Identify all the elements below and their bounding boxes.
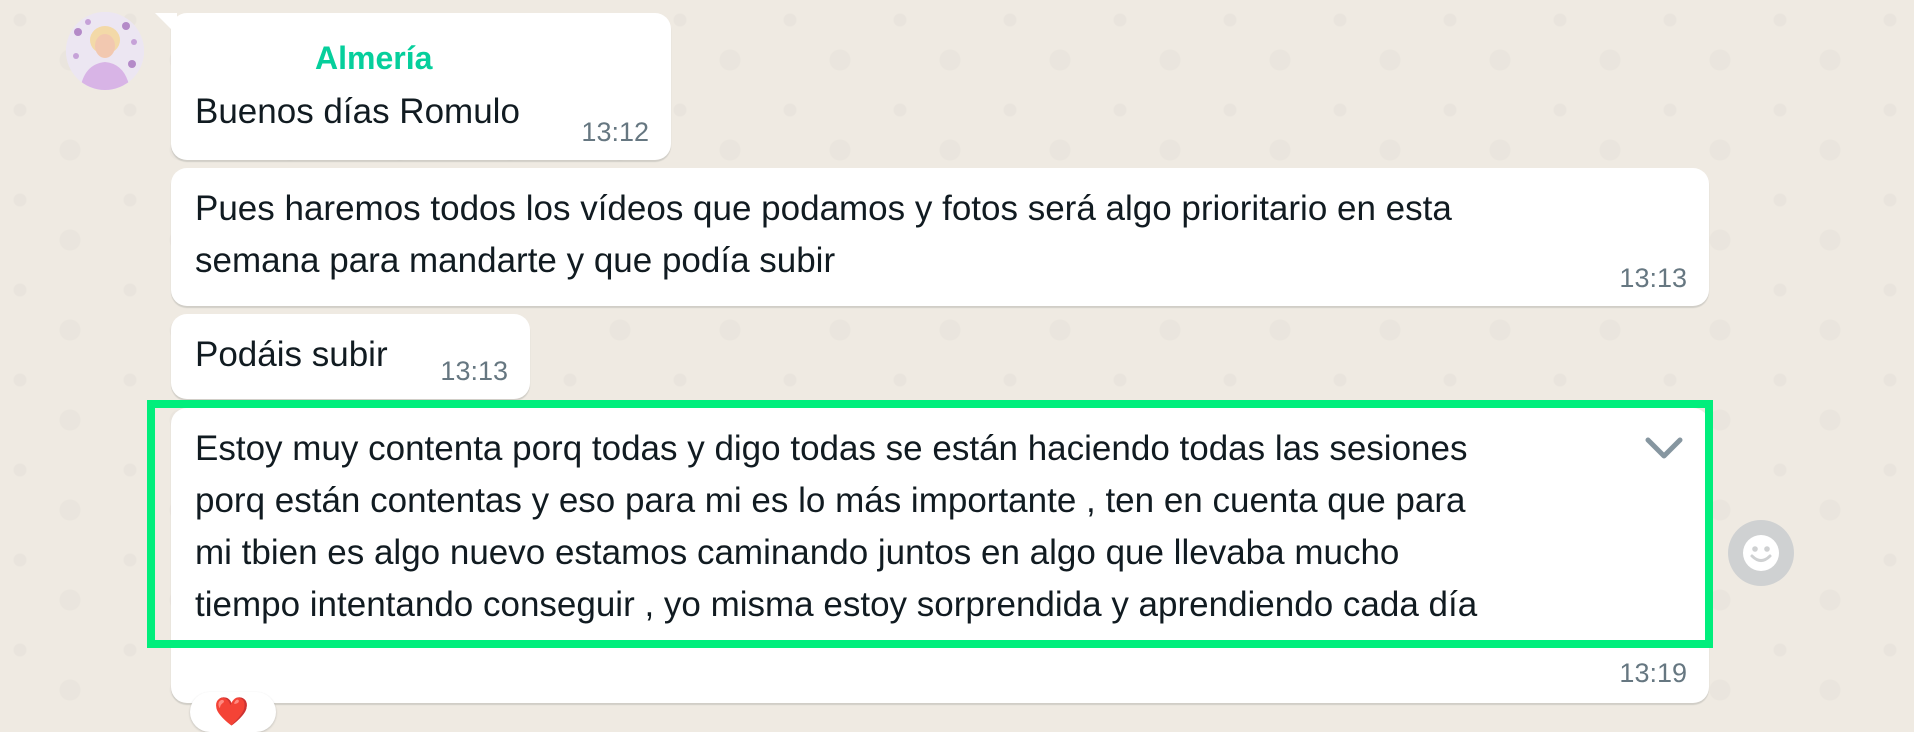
bubble-tail: [155, 13, 177, 35]
message-line: mi tbien es algo nuevo estamos caminando…: [195, 533, 1400, 572]
message-text: Podáis subir: [195, 335, 388, 374]
message-bubble-incoming[interactable]: Pues haremos todos los vídeos que podamo…: [171, 168, 1709, 306]
avatar-image: [66, 12, 144, 90]
message-bubble-incoming[interactable]: Almería Buenos días Romulo 13:12: [155, 13, 671, 160]
message-line: semana para mandarte y que podía subir: [195, 241, 836, 280]
message-menu-button[interactable]: [1642, 430, 1686, 466]
sender-avatar[interactable]: [66, 12, 144, 90]
smiley-icon: [1743, 535, 1779, 571]
heart-icon: ❤️: [214, 696, 249, 727]
message-bubble-incoming[interactable]: Podáis subir 13:13: [171, 314, 530, 399]
message-time: 13:13: [1619, 263, 1687, 293]
message-text: porq están contentas y eso para mi es lo…: [195, 475, 1477, 631]
sender-name[interactable]: Almería: [315, 40, 432, 77]
message-menu-fade: [1560, 423, 1640, 475]
message-line: tiempo intentando conseguir , yo misma e…: [195, 585, 1478, 624]
chevron-down-icon: [1645, 437, 1683, 459]
message-time: 13:12: [581, 117, 649, 147]
reaction-pill[interactable]: ❤️: [190, 692, 276, 732]
message-text: Buenos días Romulo: [195, 92, 520, 131]
message-line: Estoy muy contenta porq todas y digo tod…: [195, 423, 1615, 475]
message-line: Pues haremos todos los vídeos que podamo…: [195, 189, 1452, 228]
message-time: 13:13: [440, 356, 508, 386]
message-time: 13:19: [1619, 658, 1687, 688]
message-text: Pues haremos todos los vídeos que podamo…: [195, 183, 1452, 287]
message-line-text: Estoy muy contenta porq todas y digo tod…: [195, 429, 1468, 468]
react-button[interactable]: [1728, 520, 1794, 586]
message-line: porq están contentas y eso para mi es lo…: [195, 481, 1466, 520]
